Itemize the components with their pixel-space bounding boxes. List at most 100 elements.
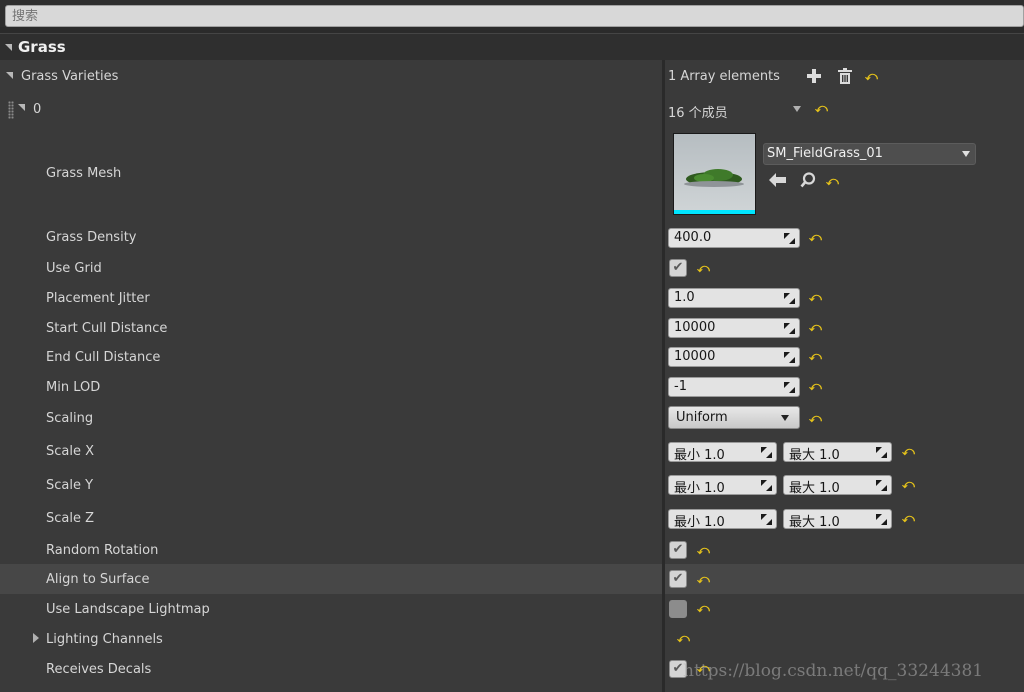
collapse-arrow-icon[interactable] [18, 104, 25, 111]
asset-name: SM_FieldGrass_01 [767, 146, 883, 161]
scale-x-max-input[interactable]: 最大 1.0 [783, 442, 892, 463]
scale-z-min-value: 最小 1.0 [674, 515, 725, 530]
reset-to-default-icon[interactable]: ⤺ [697, 262, 710, 274]
row-use-landscape-lightmap: Use Landscape Lightmap ⤺ [0, 594, 1024, 624]
row-lighting-channels: Lighting Channels ⤺ [0, 624, 1024, 654]
drag-value-icon [761, 447, 772, 458]
min-lod-value: -1 [674, 379, 687, 394]
placement-jitter-input[interactable]: 1.0 [668, 288, 800, 308]
end-cull-distance-label: End Cull Distance [46, 350, 161, 365]
scale-x-label: Scale X [46, 444, 95, 459]
reset-to-default-icon[interactable]: ⤺ [826, 175, 839, 187]
drag-value-icon [784, 233, 795, 244]
drag-value-icon [784, 382, 795, 393]
row-random-rotation: Random Rotation ✔ ⤺ [0, 535, 1024, 564]
reset-to-default-icon[interactable]: ⤺ [697, 602, 710, 614]
drag-value-icon [784, 323, 795, 334]
category-header-grass[interactable]: Grass [0, 33, 1024, 60]
row-min-lod: Min LOD -1 ⤺ [0, 373, 1024, 403]
scale-z-max-input[interactable]: 最大 1.0 [783, 509, 892, 530]
end-cull-distance-value: 10000 [674, 349, 716, 364]
scale-x-max-value: 最大 1.0 [789, 448, 840, 463]
reset-to-default-icon[interactable]: ⤺ [809, 412, 822, 424]
reset-to-default-icon[interactable]: ⤺ [809, 231, 822, 243]
use-grid-label: Use Grid [46, 261, 102, 276]
drag-value-icon [876, 480, 887, 491]
reset-to-default-icon[interactable]: ⤺ [809, 291, 822, 303]
row-start-cull-distance: Start Cull Distance 10000 ⤺ [0, 313, 1024, 343]
scale-x-min-value: 最小 1.0 [674, 448, 725, 463]
use-landscape-lightmap-checkbox[interactable] [669, 600, 687, 618]
property-rows: Grass Varieties 1 Array elements ⤺ 0 16 … [0, 60, 1024, 692]
trash-icon[interactable] [838, 68, 852, 84]
chevron-down-icon [962, 151, 970, 157]
row-scale-z: Scale Z 最小 1.0 最大 1.0 ⤺ [0, 501, 1024, 535]
start-cull-distance-input[interactable]: 10000 [668, 318, 800, 338]
scale-y-min-value: 最小 1.0 [674, 481, 725, 496]
reset-to-default-icon[interactable]: ⤺ [902, 445, 915, 457]
reset-to-default-icon[interactable]: ⤺ [865, 70, 878, 82]
scaling-dropdown[interactable]: Uniform [668, 406, 800, 429]
reset-to-default-icon[interactable]: ⤺ [677, 632, 690, 644]
asset-thumbnail[interactable] [673, 133, 756, 215]
row-grass-varieties: Grass Varieties 1 Array elements ⤺ [0, 60, 1024, 93]
drag-handle-icon[interactable] [8, 101, 14, 119]
search-input[interactable] [5, 5, 1024, 27]
use-selected-arrow-icon[interactable] [769, 173, 787, 187]
placement-jitter-label: Placement Jitter [46, 291, 150, 306]
scale-y-label: Scale Y [46, 478, 94, 493]
chevron-down-icon [781, 415, 789, 421]
row-scale-y: Scale Y 最小 1.0 最大 1.0 ⤺ [0, 468, 1024, 501]
start-cull-distance-value: 10000 [674, 320, 716, 335]
reset-to-default-icon[interactable]: ⤺ [902, 478, 915, 490]
drag-value-icon [761, 514, 772, 525]
collapse-arrow-icon[interactable] [6, 72, 13, 79]
grass-density-input[interactable]: 400.0 [668, 228, 800, 248]
scale-y-max-value: 最大 1.0 [789, 481, 840, 496]
random-rotation-checkbox[interactable]: ✔ [669, 541, 687, 559]
browse-search-icon[interactable] [800, 172, 816, 188]
expand-arrow-icon[interactable] [33, 633, 39, 643]
lighting-channels-label: Lighting Channels [46, 632, 163, 647]
min-lod-label: Min LOD [46, 380, 101, 395]
column-splitter[interactable] [662, 60, 665, 692]
min-lod-input[interactable]: -1 [668, 377, 800, 397]
reset-to-default-icon[interactable]: ⤺ [815, 102, 828, 114]
member-count: 16 个成员 [668, 106, 728, 121]
align-to-surface-label: Align to Surface [46, 572, 150, 587]
row-scale-x: Scale X 最小 1.0 最大 1.0 ⤺ [0, 434, 1024, 468]
scale-y-min-input[interactable]: 最小 1.0 [668, 475, 777, 496]
drag-value-icon [784, 293, 795, 304]
scale-x-min-input[interactable]: 最小 1.0 [668, 442, 777, 463]
category-title: Grass [18, 38, 66, 56]
asset-picker-dropdown[interactable]: SM_FieldGrass_01 [763, 143, 976, 165]
use-grid-checkbox[interactable]: ✔ [669, 259, 687, 277]
scale-z-max-value: 最大 1.0 [789, 515, 840, 530]
reset-to-default-icon[interactable]: ⤺ [809, 380, 822, 392]
reset-to-default-icon[interactable]: ⤺ [902, 512, 915, 524]
reset-to-default-icon[interactable]: ⤺ [697, 544, 710, 556]
collapse-arrow-icon[interactable] [5, 44, 12, 51]
chevron-down-icon[interactable] [793, 106, 801, 112]
scale-z-label: Scale Z [46, 511, 95, 526]
row-end-cull-distance: End Cull Distance 10000 ⤺ [0, 343, 1024, 373]
reset-to-default-icon[interactable]: ⤺ [697, 573, 710, 585]
end-cull-distance-input[interactable]: 10000 [668, 347, 800, 367]
scale-z-min-input[interactable]: 最小 1.0 [668, 509, 777, 530]
row-scaling: Scaling Uniform ⤺ [0, 403, 1024, 434]
grass-mesh-label: Grass Mesh [46, 166, 122, 181]
reset-to-default-icon[interactable]: ⤺ [809, 321, 822, 333]
drag-value-icon [761, 480, 772, 491]
array-count: 1 Array elements [668, 69, 780, 84]
align-to-surface-checkbox[interactable]: ✔ [669, 570, 687, 588]
placement-jitter-value: 1.0 [674, 290, 695, 305]
use-landscape-lightmap-label: Use Landscape Lightmap [46, 602, 210, 617]
row-grass-density: Grass Density 400.0 ⤺ [0, 220, 1024, 254]
row-use-grid: Use Grid ✔ ⤺ [0, 254, 1024, 283]
plus-icon[interactable] [807, 69, 821, 83]
reset-to-default-icon[interactable]: ⤺ [809, 350, 822, 362]
start-cull-distance-label: Start Cull Distance [46, 321, 168, 336]
scale-y-max-input[interactable]: 最大 1.0 [783, 475, 892, 496]
drag-value-icon [876, 514, 887, 525]
drag-value-icon [784, 352, 795, 363]
